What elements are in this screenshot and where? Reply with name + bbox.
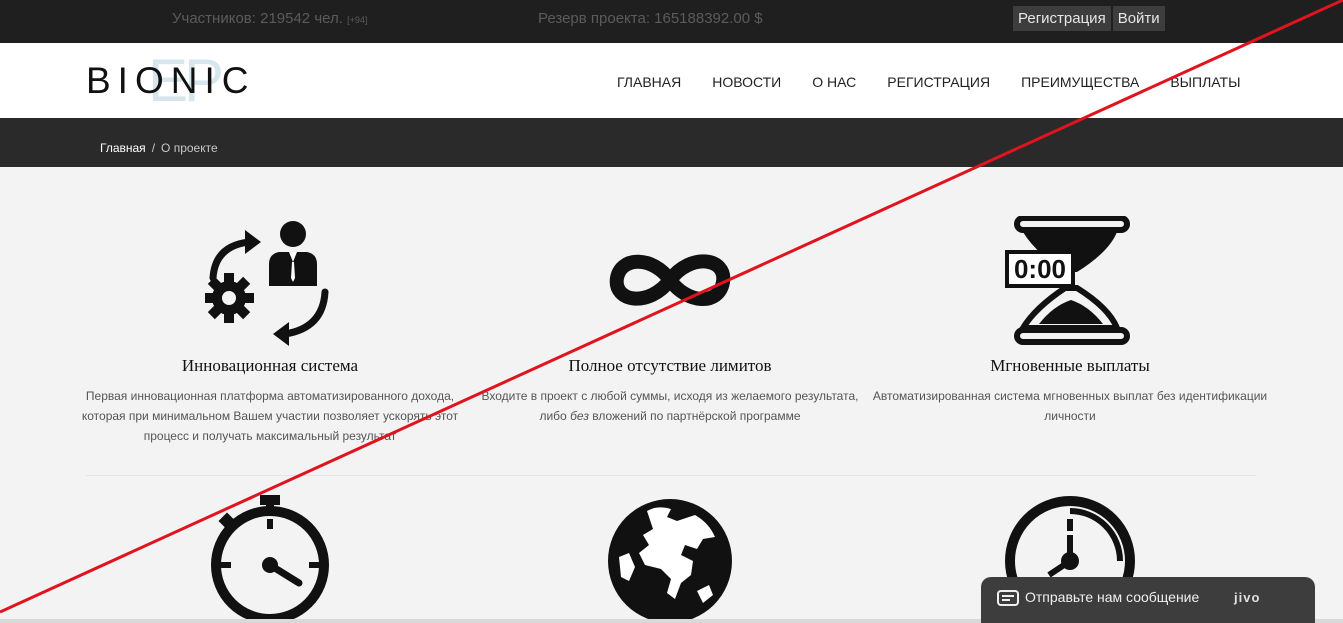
logo-wordmark: BIONIC (86, 60, 256, 101)
stopwatch-icon (211, 495, 329, 623)
register-button[interactable]: Регистрация (1013, 6, 1111, 31)
hourglass-timer-icon: 0:00 (1005, 216, 1130, 345)
chat-prompt: Отправьте нам сообщение (1025, 589, 1200, 605)
nav-advantages[interactable]: ПРЕИМУЩЕСТВА (1021, 74, 1139, 90)
members-delta: [+94] (347, 15, 368, 25)
feature-text: Первая инновационная платформа автоматиз… (81, 389, 459, 443)
feature-title: Инновационная система (181, 356, 359, 375)
feature-text-emphasis: без (570, 409, 589, 423)
nav-registration[interactable]: РЕГИСТРАЦИЯ (887, 74, 990, 90)
nav-about[interactable]: О НАС (812, 74, 856, 90)
login-button[interactable]: Войти (1112, 6, 1165, 31)
breadcrumb-bar: Главная / О проекте (0, 118, 1343, 167)
breadcrumb-current: О проекте (161, 141, 218, 155)
feature-text-end: вложений по партнёрской программе (588, 409, 801, 423)
feature-title: Мгновенные выплаты (990, 356, 1150, 375)
breadcrumb: Главная / О проекте (100, 141, 218, 155)
chat-widget[interactable]: Отправьте нам сообщение jivo (981, 577, 1315, 623)
main-nav: ГЛАВНАЯ НОВОСТИ О НАС РЕГИСТРАЦИЯ ПРЕИМУ… (617, 74, 1240, 90)
feature-text: Входите в проект с любой суммы, исходя и… (470, 386, 870, 426)
feature-text: Автоматизированная система мгновенных вы… (872, 389, 1268, 423)
nav-home[interactable]: ГЛАВНАЯ (617, 74, 681, 90)
project-reserve: Резерв проекта: 165188392.00 $ (538, 10, 763, 27)
infinity-icon (609, 254, 731, 306)
message-icon (997, 590, 1019, 606)
feature-title: Полное отсутствие лимитов (568, 356, 772, 375)
breadcrumb-separator: / (151, 141, 156, 155)
nav-news[interactable]: НОВОСТИ (712, 74, 781, 90)
breadcrumb-home[interactable]: Главная (100, 141, 146, 155)
timer-readout: 0:00 (1014, 254, 1066, 284)
globe-icon (608, 499, 732, 623)
top-stats-bar: Участников: 219542 чел. [+94] Резерв про… (0, 0, 1343, 43)
site-logo[interactable]: EP BIONIC (86, 43, 286, 118)
innovation-cycle-icon (205, 221, 329, 346)
site-header: EP BIONIC ГЛАВНАЯ НОВОСТИ О НАС РЕГИСТРА… (0, 43, 1343, 118)
section-divider (86, 475, 1256, 476)
members-label: Участников: 219542 чел. (172, 10, 343, 27)
members-count: Участников: 219542 чел. [+94] (172, 10, 367, 27)
nav-payouts[interactable]: ВЫПЛАТЫ (1170, 74, 1240, 90)
auth-buttons: Регистрация Войти (1013, 6, 1165, 31)
chat-brand-logo: jivo (1234, 590, 1261, 605)
